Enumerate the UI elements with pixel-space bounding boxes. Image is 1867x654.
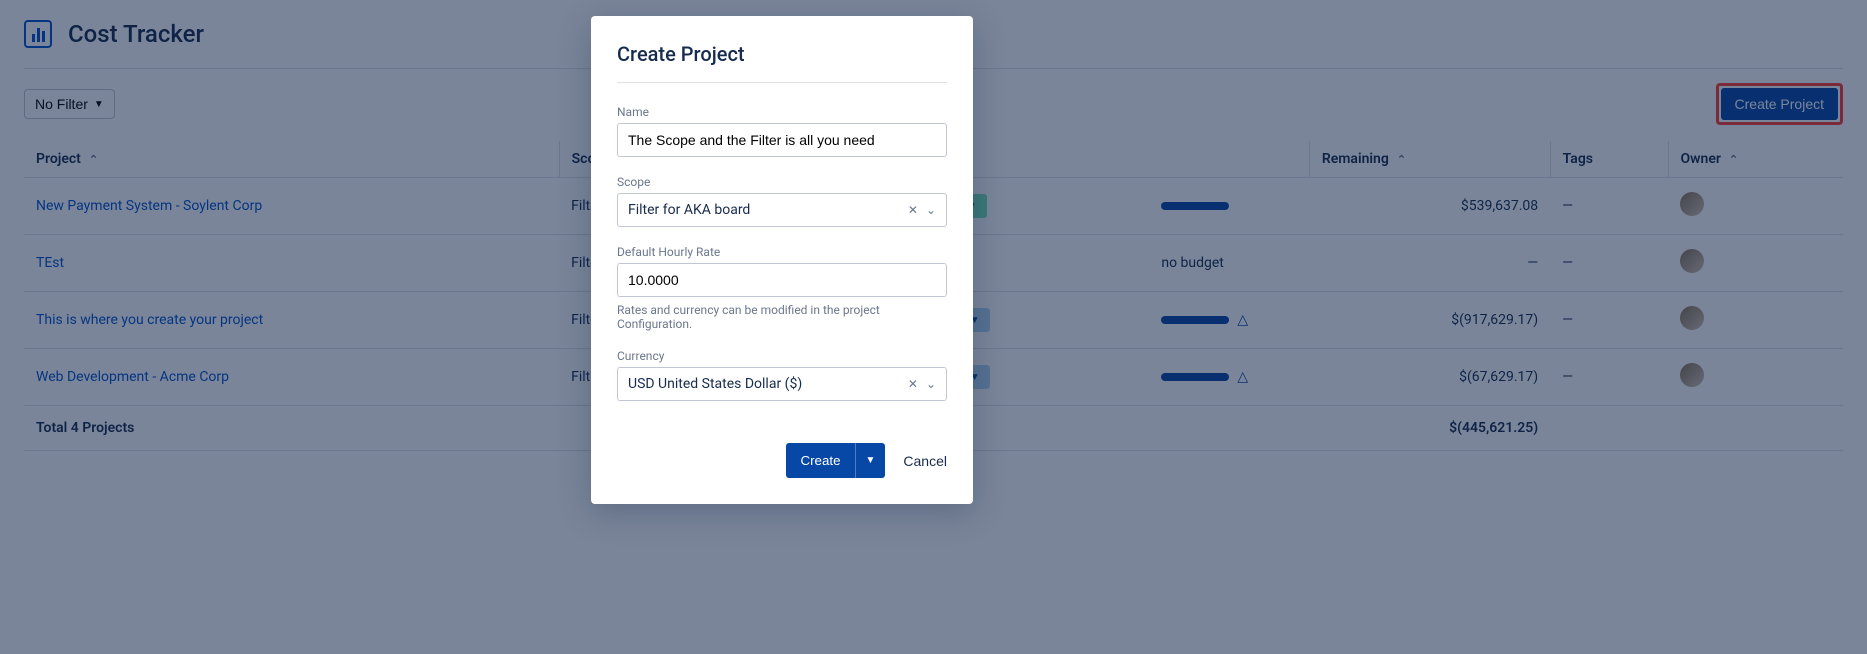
currency-label: Currency [617, 349, 947, 363]
scope-select[interactable]: Filter for AKA board ✕ ⌄ [617, 193, 947, 227]
create-button[interactable]: Create ▼ [786, 443, 885, 478]
chevron-down-icon[interactable]: ⌄ [926, 203, 936, 217]
clear-icon[interactable]: ✕ [908, 377, 918, 391]
scope-label: Scope [617, 175, 947, 189]
divider [617, 82, 947, 83]
rate-label: Default Hourly Rate [617, 245, 947, 259]
currency-select[interactable]: USD United States Dollar ($) ✕ ⌄ [617, 367, 947, 401]
create-button-dropdown[interactable]: ▼ [855, 443, 886, 478]
currency-value: USD United States Dollar ($) [628, 376, 802, 392]
rate-input[interactable] [617, 263, 947, 297]
cancel-button[interactable]: Cancel [903, 453, 947, 469]
name-label: Name [617, 105, 947, 119]
name-input[interactable] [617, 123, 947, 157]
scope-value: Filter for AKA board [628, 202, 750, 218]
clear-icon[interactable]: ✕ [908, 203, 918, 217]
create-project-modal: Create Project Name Scope Filter for AKA… [591, 16, 973, 504]
modal-title: Create Project [617, 42, 947, 66]
create-button-label: Create [786, 443, 854, 478]
chevron-down-icon[interactable]: ⌄ [926, 377, 936, 391]
rate-helper: Rates and currency can be modified in th… [617, 303, 947, 331]
